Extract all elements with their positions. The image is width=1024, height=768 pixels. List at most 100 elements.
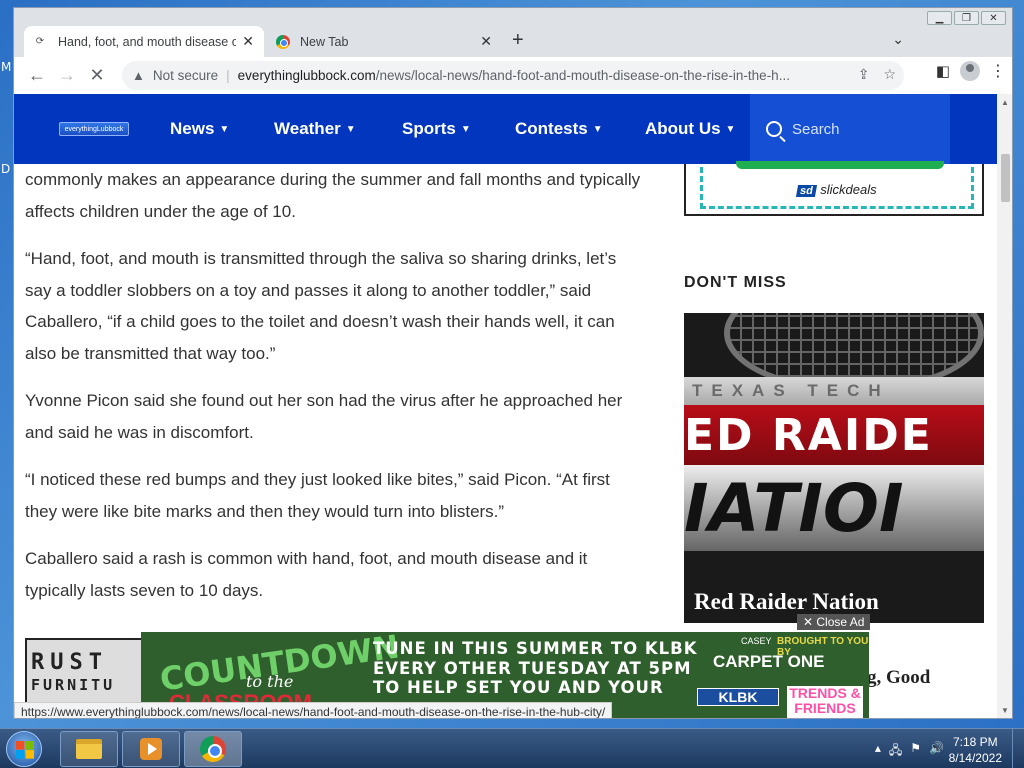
page-scrollbar[interactable]: ▲ ▼ [997,94,1012,718]
feature-band-bottom: IATIOI [684,465,984,551]
nav-item-contests[interactable]: Contests ▼ [515,119,603,139]
article-paragraph: “I noticed these red bumps and they just… [25,470,610,521]
ad-copy: TUNE IN THIS SUMMER TO KLBK EVERY OTHER … [373,639,698,698]
scroll-down-arrow-icon[interactable]: ▼ [1001,706,1009,715]
stop-loading-icon[interactable]: ✕ [82,61,112,91]
nav-item-weather[interactable]: Weather ▼ [274,119,356,139]
caret-down-icon: ▼ [725,124,736,135]
close-tab-icon[interactable]: ✕ [242,33,254,50]
tab-new-tab[interactable]: New Tab ✕ [266,26,502,57]
ad-brand-text: slickdeals [820,182,877,197]
warning-triangle-icon[interactable]: ▲ [132,68,145,83]
site-logo[interactable]: everythingLubbock [59,122,129,136]
sidebar-ad[interactable]: sd slickdeals [684,161,984,216]
tray-expand-icon[interactable]: ▴ [875,741,881,762]
desktop-icon-label[interactable]: D [1,162,10,176]
scrollbar-thumb[interactable] [1001,154,1010,202]
ad-copy-line: TUNE IN THIS SUMMER TO KLBK [373,639,698,658]
show-desktop-button[interactable] [1012,729,1024,768]
sidebar-next-title[interactable]: g, Good [867,667,930,689]
search-icon[interactable] [766,121,782,137]
back-arrow-icon[interactable]: ← [22,61,52,91]
network-icon[interactable]: 🖧 [889,741,902,762]
tab-search-chevron-icon[interactable]: ⌄ [892,31,904,48]
close-icon: ✕ [803,615,817,629]
nav-label: Contests [515,119,588,138]
clock[interactable]: 7:18 PM 8/14/2022 [949,734,1002,766]
scroll-up-arrow-icon[interactable]: ▲ [1001,98,1009,107]
close-tab-icon[interactable]: ✕ [480,33,492,50]
caret-down-icon: ▼ [219,124,230,135]
bookmark-star-icon[interactable]: ☆ [883,66,896,83]
tab-title: New Tab [300,34,349,49]
chrome-icon [200,736,226,762]
media-player-icon [140,738,162,760]
search-placeholder[interactable]: Search [792,121,840,138]
feature-title[interactable]: Red Raider Nation [694,589,879,615]
ad-copy-line: EVERY OTHER TUESDAY AT 5PM [373,658,692,678]
klbk-logo: KLBK [697,688,779,706]
nav-item-sports[interactable]: Sports ▼ [402,119,471,139]
slickdeals-mark-icon: sd [796,185,818,197]
tab-strip: ⟳ Hand, foot, and mouth disease o ✕ New … [14,25,1012,57]
ad-dashed-frame: sd slickdeals [700,161,974,209]
ad-green-button[interactable] [736,161,944,169]
nav-label: Sports [402,119,456,138]
ad-copy-line: TO HELP SET YOU AND YOUR [373,678,664,697]
caret-down-icon: ▼ [345,124,356,135]
window-controls: ▁ ❐ ✕ [927,11,1006,25]
address-bar[interactable]: ▲ Not secure | everythinglubbock.com /ne… [122,61,904,90]
status-bar-url: https://www.everythinglubbock.com/news/l… [14,702,613,718]
browser-window: ▁ ❐ ✕ ⟳ Hand, foot, and mouth disease o … [13,7,1013,719]
taskbar: ▴ 🖧 ⚑ 🔊 7:18 PM 8/14/2022 [0,728,1024,768]
article-body: commonly makes an appearance during the … [25,164,645,622]
taskbar-chrome[interactable] [184,731,242,767]
site-nav: everythingLubbock News ▼ Weather ▼ Sports ▼… [14,94,997,164]
close-ad-button[interactable]: ✕ Close Ad [797,614,871,630]
nav-label: Weather [274,119,341,138]
new-tab-button[interactable]: + [512,29,524,52]
dont-miss-heading: DON'T MISS [684,274,787,291]
clock-date: 8/14/2022 [948,751,1002,765]
side-panel-icon[interactable]: ◧ [936,62,950,80]
chrome-favicon-icon [276,34,290,49]
action-center-flag-icon[interactable]: ⚑ [910,741,921,762]
feature-card[interactable]: TEXAS TECH ED RAIDE IATIOI Red Raider Na… [684,313,984,623]
image-sign-text: FURNITU [31,676,116,694]
taskbar-explorer[interactable] [60,731,118,767]
forward-arrow-icon[interactable]: → [52,61,82,91]
minimize-button[interactable]: ▁ [927,11,952,25]
profile-avatar-icon[interactable] [960,61,980,81]
slickdeals-logo: sd slickdeals [796,182,877,197]
page-viewport: everythingLubbock News ▼ Weather ▼ Sports ▼… [14,94,997,718]
system-tray: ▴ 🖧 ⚑ 🔊 [875,741,944,762]
article-paragraph: Caballero said a rash is common with han… [25,549,588,600]
article-paragraph: “Hand, foot, and mouth is transmitted th… [25,249,617,363]
kebab-menu-icon[interactable]: ⋮ [990,61,1006,81]
share-icon[interactable]: ⇪ [858,66,870,83]
ad-casey: CASEY [741,636,772,646]
browser-toolbar: ← → ✕ ▲ Not secure | everythinglubbock.c… [14,57,1012,94]
start-button-icon[interactable] [6,731,42,767]
volume-icon[interactable]: 🔊 [929,741,944,762]
close-window-button[interactable]: ✕ [981,11,1006,25]
nav-item-news[interactable]: News ▼ [170,119,229,139]
feature-band-mid: ED RAIDE [684,405,984,465]
loading-spinner-icon: ⟳ [35,36,45,47]
folder-icon [76,739,102,759]
security-label[interactable]: Not secure [153,68,218,83]
address-divider: | [226,68,230,83]
site-search[interactable]: Search [750,94,950,164]
caret-down-icon: ▼ [592,124,603,135]
caret-down-icon: ▼ [460,124,471,135]
article-paragraph: Yvonne Picon said she found out her son … [25,391,623,442]
desktop-icon-label[interactable]: M [1,60,11,74]
tab-article[interactable]: ⟳ Hand, foot, and mouth disease o ✕ [24,26,264,57]
maximize-button[interactable]: ❐ [954,11,979,25]
nav-item-about-us[interactable]: About Us ▼ [645,119,735,139]
taskbar-media-player[interactable] [122,731,180,767]
ad-to-the-text: to the [246,672,294,691]
url-path: /news/local-news/hand-foot-and-mouth-dis… [375,68,790,83]
tab-title: Hand, foot, and mouth disease o [58,34,237,49]
close-ad-label: Close Ad [816,615,865,629]
